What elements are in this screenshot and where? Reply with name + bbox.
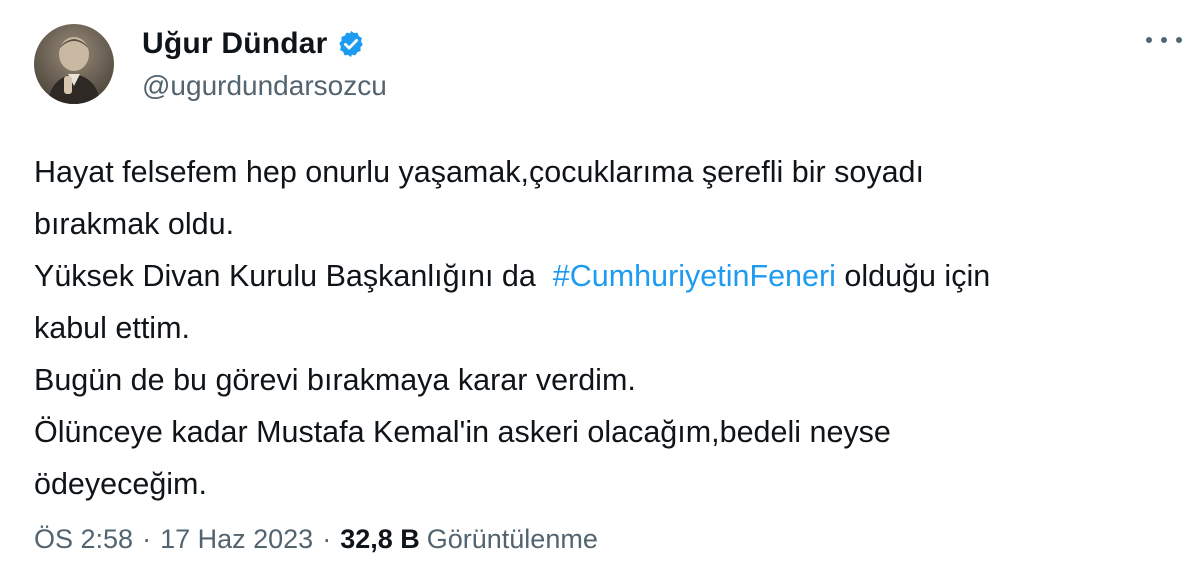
- avatar[interactable]: [34, 24, 114, 104]
- tweet-text-segment: Yüksek Divan Kurulu Başkanlığını da: [34, 259, 545, 293]
- author-block: Uğur Dündar @ugurdundarsozcu: [142, 24, 387, 102]
- avatar-photo-icon: [48, 37, 100, 104]
- tweet-date[interactable]: 17 Haz 2023: [160, 524, 313, 555]
- tweet-time[interactable]: ÖS 2:58: [34, 524, 133, 555]
- dot: [1146, 37, 1152, 43]
- tweet-line: Hayat felsefem hep onurlu yaşamak,çocukl…: [34, 155, 924, 189]
- tweet-line: kabul ettim.: [34, 311, 190, 345]
- display-name[interactable]: Uğur Dündar: [142, 27, 328, 61]
- views-label: Görüntülenme: [426, 524, 598, 554]
- tweet-line: Yüksek Divan Kurulu Başkanlığını da #Cum…: [34, 250, 1174, 302]
- tweet-meta: ÖS 2:58 · 17 Haz 2023 · 32,8 B Görüntüle…: [34, 524, 598, 555]
- name-row: Uğur Dündar: [142, 24, 387, 64]
- tweet-line: bırakmak oldu.: [34, 207, 235, 241]
- separator: ·: [142, 524, 152, 554]
- tweet-text: Hayat felsefem hep onurlu yaşamak,çocukl…: [34, 146, 1174, 510]
- separator: ·: [322, 524, 332, 554]
- tweet-line: ödeyeceğim.: [34, 467, 207, 501]
- hashtag-link[interactable]: #CumhuriyetinFeneri: [553, 259, 836, 293]
- dot: [1161, 37, 1167, 43]
- more-options-icon[interactable]: [1146, 30, 1182, 50]
- dot: [1176, 37, 1182, 43]
- tweet-card: Uğur Dündar @ugurdundarsozcu Hayat felse…: [0, 0, 1200, 587]
- tweet-line: Ölünceye kadar Mustafa Kemal'in askeri o…: [34, 415, 891, 449]
- tweet-line: Bugün de bu görevi bırakmaya karar verdi…: [34, 363, 636, 397]
- verified-badge-icon[interactable]: [336, 29, 366, 59]
- tweet-text-segment: olduğu için: [835, 259, 991, 293]
- user-handle[interactable]: @ugurdundarsozcu: [142, 70, 387, 102]
- views-count[interactable]: 32,8 B: [340, 524, 420, 555]
